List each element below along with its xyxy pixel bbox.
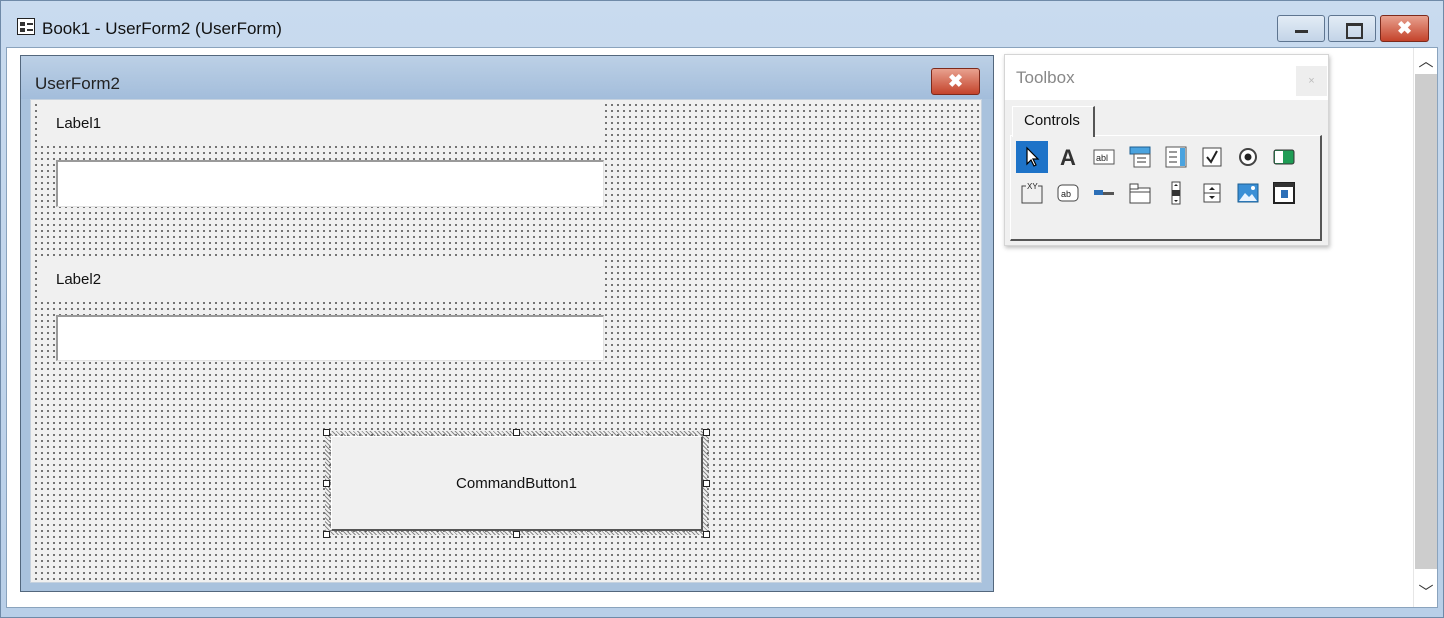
listbox-icon[interactable]	[1160, 141, 1192, 173]
controls-panel: A abl XY ab	[1010, 135, 1322, 241]
window-title: Book1 - UserForm2 (UserForm)	[42, 19, 282, 38]
frame-icon[interactable]: XY	[1016, 177, 1048, 209]
label1-control[interactable]: Label1	[41, 103, 601, 146]
svg-text:A: A	[1060, 145, 1076, 170]
refedit-icon[interactable]	[1268, 177, 1300, 209]
select-objects-icon[interactable]	[1016, 141, 1048, 173]
commandbutton-icon[interactable]: ab	[1052, 177, 1084, 209]
vbe-window: Book1 - UserForm2 (UserForm) ✖ UserForm2…	[0, 0, 1444, 618]
textbox-icon[interactable]: abl	[1088, 141, 1120, 173]
svg-text:ab: ab	[1061, 189, 1071, 199]
toolbox-title: Toolbox	[1016, 68, 1075, 87]
resize-handle-right[interactable]	[703, 480, 710, 487]
combobox-icon[interactable]	[1124, 141, 1156, 173]
resize-handle-bottom-left[interactable]	[323, 531, 330, 538]
toolbox-close-button[interactable]: ×	[1296, 66, 1327, 96]
label-icon[interactable]: A	[1052, 141, 1084, 173]
maximize-button[interactable]	[1328, 15, 1376, 42]
window-titlebar[interactable]: Book1 - UserForm2 (UserForm) ✖	[1, 1, 1443, 47]
resize-handle-left[interactable]	[323, 480, 330, 487]
window-close-button[interactable]: ✖	[1380, 15, 1429, 42]
userform-designer[interactable]: UserForm2 ✖ Label1 Label2 CommandButton1	[20, 55, 994, 592]
resize-handle-bottom[interactable]	[513, 531, 520, 538]
resize-handle-top-left[interactable]	[323, 429, 330, 436]
togglebutton-icon[interactable]	[1268, 141, 1300, 173]
multipage-icon[interactable]	[1124, 177, 1156, 209]
image-icon[interactable]	[1232, 177, 1264, 209]
commandbutton1-control[interactable]: CommandButton1	[331, 436, 703, 531]
checkbox-icon[interactable]	[1196, 141, 1228, 173]
toolbox-window[interactable]: Toolbox × Controls A abl XY ab	[1004, 54, 1329, 246]
optionbutton-icon[interactable]	[1232, 141, 1264, 173]
scroll-up-icon[interactable]: ︿	[1414, 50, 1438, 74]
spinbutton-icon[interactable]	[1196, 177, 1228, 209]
resize-handle-top-right[interactable]	[703, 429, 710, 436]
resize-handle-top[interactable]	[513, 429, 520, 436]
userform-titlebar[interactable]: UserForm2 ✖	[21, 56, 993, 99]
vertical-scrollbar[interactable]: ︿ ﹀	[1413, 48, 1437, 607]
resize-handle-bottom-right[interactable]	[703, 531, 710, 538]
label2-control[interactable]: Label2	[41, 259, 601, 302]
userform-grid-canvas[interactable]: Label1 Label2 CommandButton1	[30, 99, 982, 583]
tabstrip-icon[interactable]	[1088, 177, 1120, 209]
minimize-button[interactable]	[1277, 15, 1325, 42]
toolbox-body: Controls A abl XY ab	[1005, 100, 1328, 245]
userform-title: UserForm2	[35, 74, 121, 93]
svg-text:XY: XY	[1027, 182, 1038, 191]
scrollbar-thumb[interactable]	[1415, 74, 1437, 569]
textbox2-control[interactable]	[56, 315, 604, 361]
scrollbar-icon[interactable]	[1160, 177, 1192, 209]
userform-close-button[interactable]: ✖	[931, 68, 980, 95]
svg-text:abl: abl	[1096, 153, 1108, 163]
textbox1-control[interactable]	[56, 160, 604, 207]
designer-client-area: UserForm2 ✖ Label1 Label2 CommandButton1	[6, 47, 1438, 608]
userform-app-icon	[17, 18, 35, 35]
tab-controls[interactable]: Controls	[1012, 106, 1095, 137]
scroll-down-icon[interactable]: ﹀	[1414, 581, 1438, 605]
